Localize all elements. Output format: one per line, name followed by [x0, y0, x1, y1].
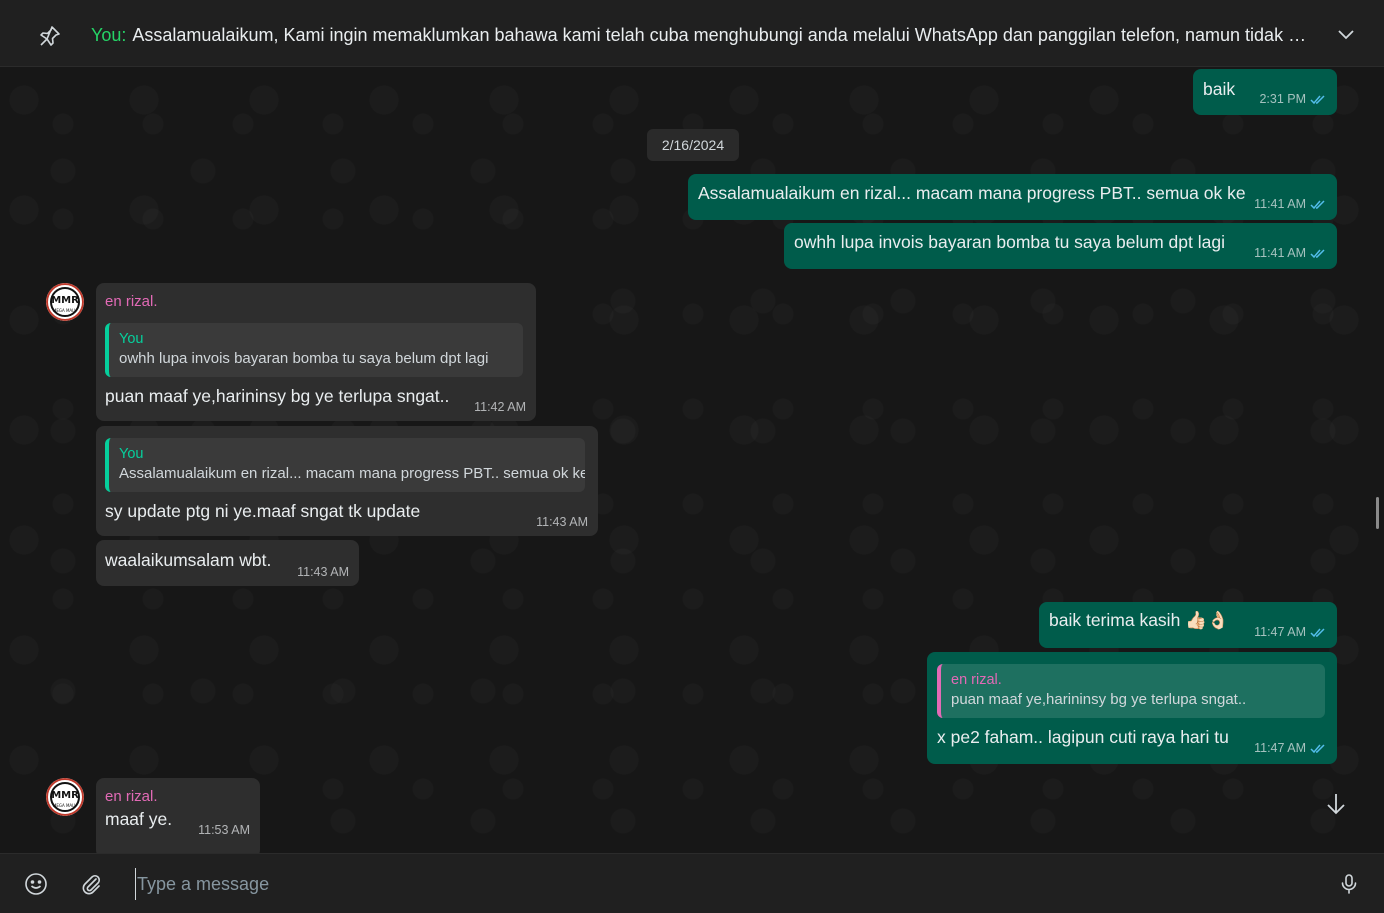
message-meta: 11:47 AM [1254, 625, 1327, 639]
pin-icon [40, 26, 60, 46]
pinned-sender: You: [91, 25, 127, 45]
message-text: waalaikumsalam wbt. [105, 550, 272, 570]
message-text: x pe2 faham.. lagipun cuti raya hari tu [937, 727, 1229, 747]
message-bubble[interactable]: baik 2:31 PM [1193, 69, 1337, 115]
message-time: 11:41 AM [1254, 246, 1306, 260]
scroll-to-bottom-button[interactable] [1317, 785, 1355, 823]
attach-icon[interactable] [79, 872, 103, 896]
message-bubble[interactable]: baik terima kasih 👍🏻👌🏻 11:47 AM [1039, 602, 1337, 648]
quoted-message[interactable]: en rizal. puan maaf ye,harininsy bg ye t… [937, 664, 1325, 718]
avatar-sub: MEGA MALU [53, 803, 77, 808]
avatar[interactable]: MMR MEGA MALU [46, 778, 84, 816]
message-meta: 11:41 AM [1254, 246, 1327, 260]
message-time: 11:47 AM [1254, 741, 1306, 755]
chat-area[interactable]: baik 2:31 PM 2/16/2024 Assalamualaikum e… [0, 67, 1384, 853]
message-text: maaf ye. [105, 809, 173, 829]
message-time: 11:43 AM [297, 565, 349, 579]
quoted-text: owhh lupa invois bayaran bomba tu saya b… [119, 350, 489, 367]
pinned-message-bar[interactable]: You: Assalamualaikum, Kami ingin memaklum… [0, 0, 1384, 67]
message-meta: 11:42 AM [474, 400, 526, 414]
message-text: Assalamualaikum en rizal... macam mana p… [698, 183, 1246, 203]
message-time: 11:53 AM [198, 823, 250, 837]
message-text: baik [1203, 79, 1236, 99]
message-bubble[interactable]: waalaikumsalam wbt. 11:43 AM [96, 540, 359, 586]
chevron-down-icon[interactable] [1336, 27, 1356, 41]
avatar-label: MMR [51, 790, 79, 801]
message-time: 11:42 AM [474, 400, 526, 414]
quoted-text: Assalamualaikum en rizal... macam mana p… [119, 465, 585, 482]
read-ticks-icon [1310, 248, 1325, 258]
message-meta: 11:43 AM [536, 515, 588, 529]
message-meta: 11:47 AM [1254, 741, 1327, 755]
message-text: baik terima kasih 👍🏻👌🏻 [1049, 610, 1229, 630]
date-chip: 2/16/2024 [647, 129, 739, 161]
message-meta: 11:43 AM [297, 565, 349, 579]
quoted-sender: You [119, 446, 144, 462]
avatar-label: MMR [51, 295, 79, 306]
message-meta: 11:53 AM [198, 823, 250, 837]
message-bubble[interactable]: en rizal. maaf ye. 11:53 AM [96, 778, 260, 853]
quoted-sender: en rizal. [951, 672, 1002, 688]
read-ticks-icon [1310, 94, 1325, 104]
pinned-message-text[interactable]: You: Assalamualaikum, Kami ingin memaklum… [91, 25, 1321, 46]
sender-name: en rizal. [105, 788, 158, 805]
company-logo-icon: MMR MEGA MALU [46, 283, 84, 321]
read-ticks-icon [1310, 627, 1325, 637]
message-composer [0, 853, 1384, 913]
microphone-icon[interactable] [1337, 872, 1361, 896]
avatar[interactable]: MMR MEGA MALU [46, 283, 84, 321]
scrollbar[interactable] [1376, 497, 1379, 529]
message-time: 2:31 PM [1259, 92, 1306, 106]
read-ticks-icon [1310, 199, 1325, 209]
message-text: puan maaf ye,harininsy bg ye terlupa sng… [105, 386, 450, 406]
message-meta: 11:41 AM [1254, 197, 1327, 211]
message-time: 11:43 AM [536, 515, 588, 529]
avatar-sub: MEGA MALU [53, 308, 77, 313]
message-bubble[interactable]: owhh lupa invois bayaran bomba tu saya b… [784, 223, 1337, 269]
message-input[interactable] [135, 868, 1285, 900]
message-text: sy update ptg ni ye.maaf sngat tk update [105, 501, 421, 521]
quoted-sender: You [119, 331, 144, 347]
read-ticks-icon [1310, 743, 1325, 753]
message-text: owhh lupa invois bayaran bomba tu saya b… [794, 232, 1225, 252]
quoted-message[interactable]: You Assalamualaikum en rizal... macam ma… [105, 438, 585, 492]
message-time: 11:47 AM [1254, 625, 1306, 639]
message-bubble[interactable]: en rizal. You owhh lupa invois bayaran b… [96, 283, 536, 421]
message-bubble[interactable]: Assalamualaikum en rizal... macam mana p… [688, 174, 1337, 220]
message-bubble[interactable]: en rizal. puan maaf ye,harininsy bg ye t… [927, 652, 1337, 764]
message-meta: 2:31 PM [1259, 92, 1327, 106]
message-time: 11:41 AM [1254, 197, 1306, 211]
quoted-text: puan maaf ye,harininsy bg ye terlupa sng… [951, 691, 1247, 708]
sender-name: en rizal. [105, 293, 158, 310]
message-bubble[interactable]: You Assalamualaikum en rizal... macam ma… [96, 426, 598, 536]
company-logo-icon: MMR MEGA MALU [46, 778, 84, 816]
pinned-body: Assalamualaikum, Kami ingin memaklumkan … [132, 25, 1321, 45]
emoji-icon[interactable] [24, 872, 48, 896]
quoted-message[interactable]: You owhh lupa invois bayaran bomba tu sa… [105, 323, 523, 377]
